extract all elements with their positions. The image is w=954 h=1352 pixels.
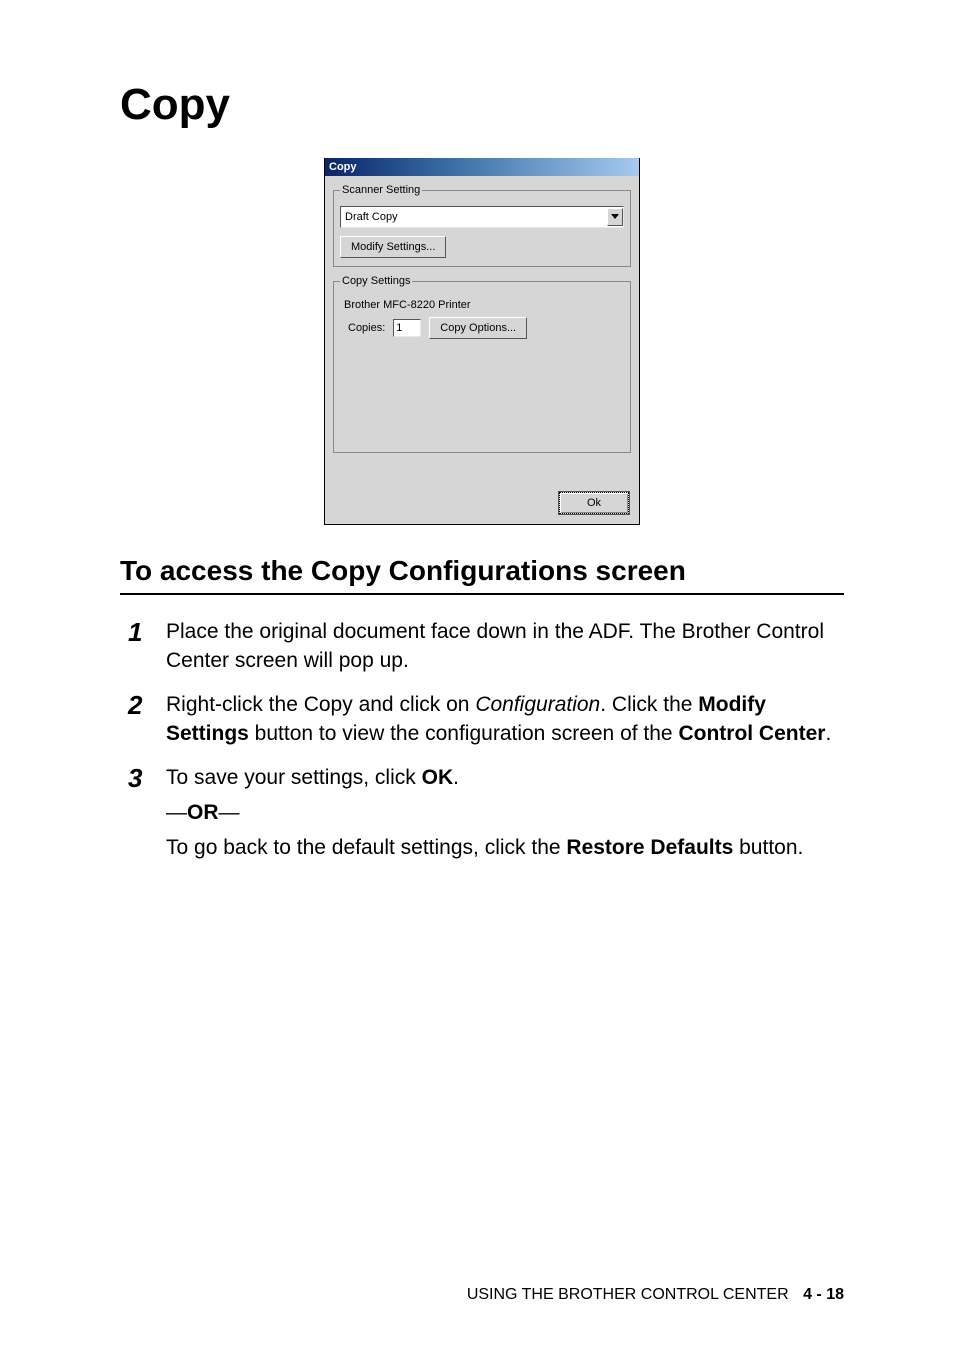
footer-section: 4 - 18 [803, 1286, 844, 1303]
copies-label: Copies: [348, 322, 385, 334]
step-1-text: Place the original document face down in… [166, 617, 844, 676]
scanner-setting-value: Draft Copy [345, 211, 398, 223]
step-1-number: 1 [120, 617, 166, 676]
step-2: 2 Right-click the Copy and click on Conf… [120, 690, 844, 749]
dialog-figure: Copy Scanner Setting Draft Copy Modify S… [120, 158, 844, 525]
scanner-setting-combo[interactable]: Draft Copy [340, 206, 624, 228]
dialog-titlebar: Copy [325, 158, 639, 176]
step-3-number: 3 [120, 763, 166, 863]
step-3: 3 To save your settings, click OK. —OR— … [120, 763, 844, 863]
copy-options-button[interactable]: Copy Options... [429, 317, 527, 339]
section-heading: To access the Copy Configurations screen [120, 555, 844, 587]
page-title: Copy [120, 80, 844, 130]
ok-button[interactable]: Ok [559, 492, 629, 514]
chevron-down-icon[interactable] [607, 208, 623, 226]
footer-text: USING THE BROTHER CONTROL CENTER [467, 1286, 789, 1303]
step-3-text: To save your settings, click OK. —OR— To… [166, 763, 803, 863]
printer-name-text: Brother MFC-8220 Printer [344, 299, 624, 311]
copies-input[interactable] [393, 319, 421, 337]
modify-settings-button[interactable]: Modify Settings... [340, 236, 446, 258]
copy-dialog: Copy Scanner Setting Draft Copy Modify S… [324, 158, 640, 525]
steps-list: 1 Place the original document face down … [120, 617, 844, 863]
scanner-setting-group: Scanner Setting Draft Copy Modify Settin… [333, 184, 631, 267]
step-2-text: Right-click the Copy and click on Config… [166, 690, 844, 749]
scanner-setting-legend: Scanner Setting [340, 184, 422, 196]
copy-settings-legend: Copy Settings [340, 275, 412, 287]
step-1: 1 Place the original document face down … [120, 617, 844, 676]
step-2-number: 2 [120, 690, 166, 749]
page-footer: USING THE BROTHER CONTROL CENTER 4 - 18 [467, 1286, 844, 1304]
section-heading-rule: To access the Copy Configurations screen [120, 555, 844, 595]
copy-settings-group: Copy Settings Brother MFC-8220 Printer C… [333, 275, 631, 453]
dialog-title: Copy [329, 161, 357, 173]
